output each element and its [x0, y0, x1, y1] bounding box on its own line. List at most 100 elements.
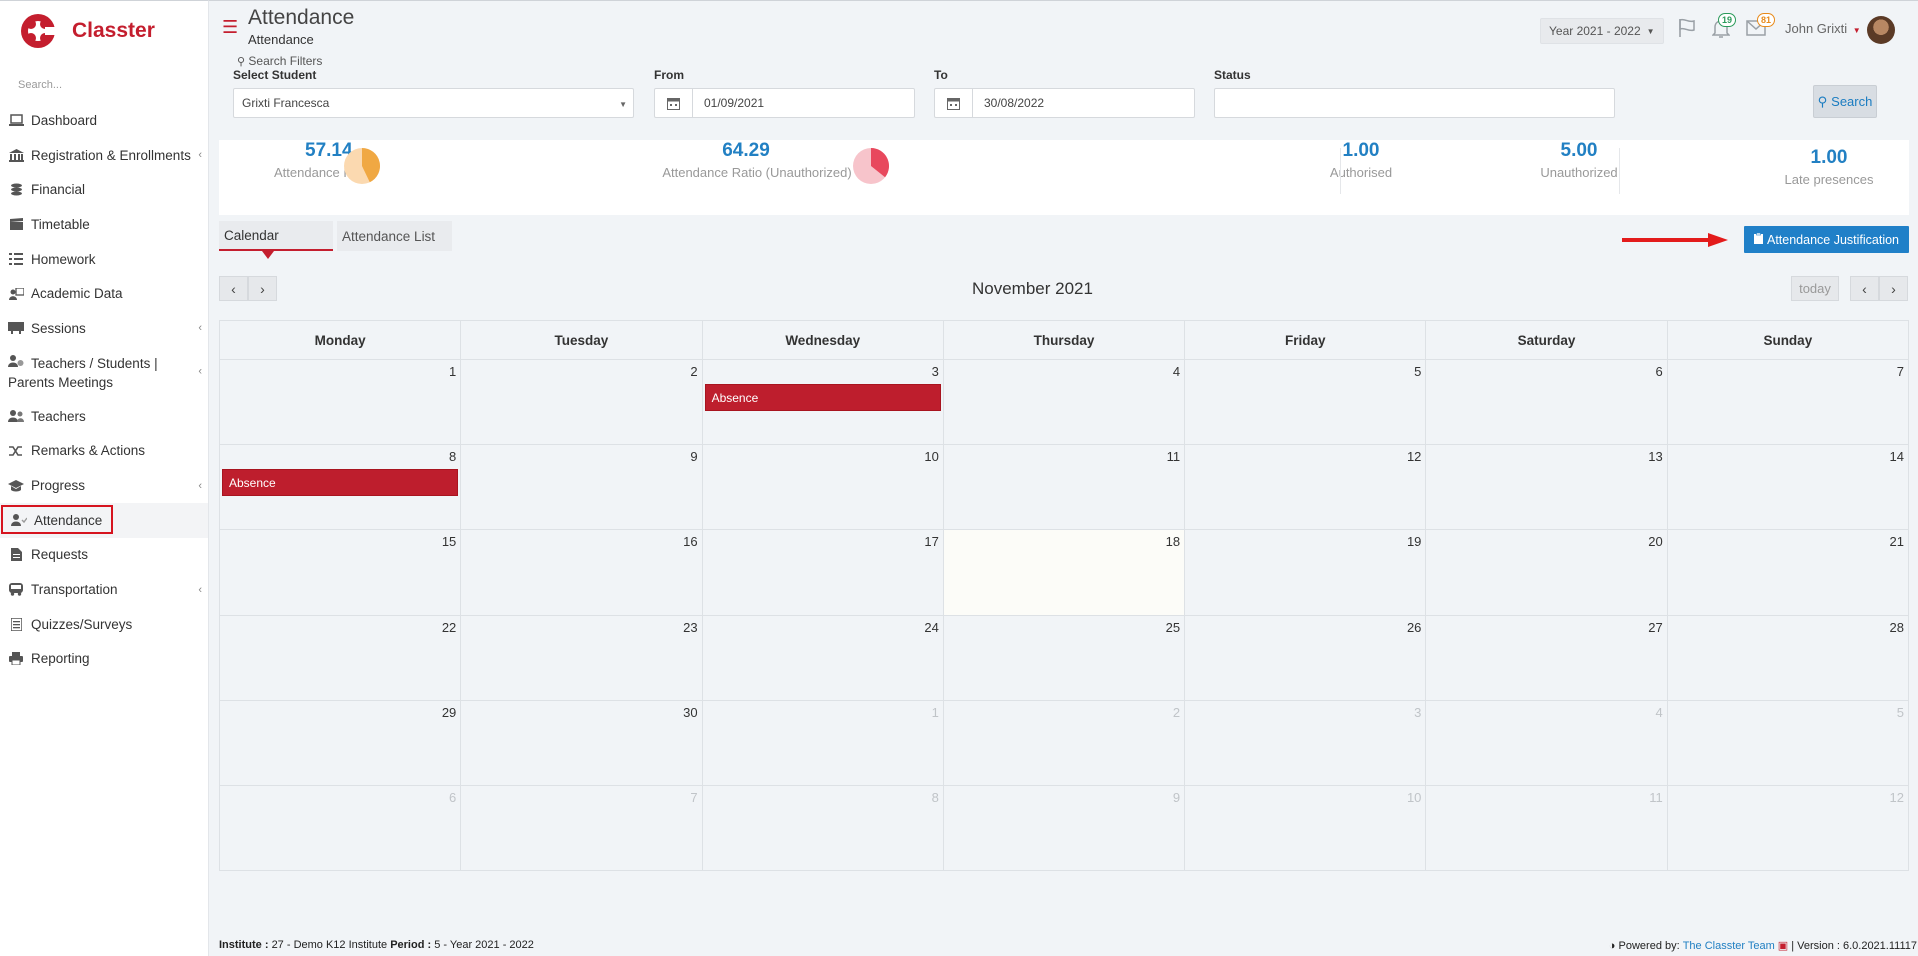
calendar-day-cell[interactable]: 23 [461, 615, 703, 701]
day-number[interactable]: 21 [1890, 534, 1904, 549]
status-select[interactable] [1214, 88, 1615, 118]
day-number[interactable]: 11 [1649, 790, 1663, 805]
calendar-day-cell[interactable]: 8 Absence [220, 445, 462, 531]
day-number[interactable]: 28 [1890, 620, 1904, 635]
day-number[interactable]: 11 [1167, 449, 1181, 464]
calendar-day-cell[interactable]: 1 [220, 360, 462, 446]
classter-team-link[interactable]: The Classter Team [1683, 940, 1775, 952]
day-number[interactable]: 14 [1890, 449, 1904, 464]
hamburger-menu-icon[interactable]: ☰ [222, 18, 238, 36]
day-number[interactable]: 1 [932, 705, 939, 720]
day-number[interactable]: 30 [683, 705, 697, 720]
day-number[interactable]: 17 [924, 534, 938, 549]
next-month-button[interactable]: › [248, 276, 277, 301]
sidebar-item-homework[interactable]: Homework [0, 242, 208, 277]
day-number[interactable]: 4 [1173, 364, 1180, 379]
day-number[interactable]: 18 [1166, 534, 1180, 549]
day-number[interactable]: 3 [1414, 705, 1421, 720]
day-number[interactable]: 6 [1655, 364, 1662, 379]
from-date-input[interactable]: 01/09/2021 [654, 88, 915, 118]
calendar-day-cell[interactable]: 1 [702, 700, 944, 786]
day-number[interactable]: 2 [1173, 705, 1180, 720]
calendar-day-cell[interactable]: 9 [461, 445, 703, 531]
day-number[interactable]: 5 [1414, 364, 1421, 379]
flag-icon[interactable] [1677, 18, 1697, 38]
day-number[interactable]: 8 [449, 449, 456, 464]
calendar-day-cell[interactable]: 16 [461, 530, 703, 616]
calendar-day-cell[interactable]: 4 [1426, 700, 1668, 786]
calendar-day-cell[interactable]: 17 [702, 530, 944, 616]
day-number[interactable]: 5 [1897, 705, 1904, 720]
prev-month-button[interactable]: ‹ [1850, 276, 1879, 301]
day-number[interactable]: 6 [449, 790, 456, 805]
day-number[interactable]: 12 [1407, 449, 1421, 464]
sidebar-item-dashboard[interactable]: Dashboard [0, 103, 208, 138]
tab-calendar[interactable]: Calendar [219, 221, 333, 259]
year-selector[interactable]: Year 2021 - 2022 ▼ [1540, 18, 1664, 44]
calendar-day-cell[interactable]: 30 [461, 700, 703, 786]
calendar-day-cell[interactable]: 27 [1426, 615, 1668, 701]
calendar-day-cell[interactable]: 11 [1426, 785, 1668, 872]
today-button[interactable]: today [1791, 276, 1839, 301]
calendar-day-cell[interactable]: 14 [1667, 445, 1909, 531]
sidebar-item-requests[interactable]: Requests [0, 538, 208, 573]
day-number[interactable]: 22 [442, 620, 456, 635]
sidebar-item-quizzes[interactable]: Quizzes/Surveys [0, 607, 208, 642]
calendar-day-cell[interactable]: 9 [943, 785, 1186, 872]
day-number[interactable]: 9 [690, 449, 697, 464]
sidebar-item-remarks[interactable]: Remarks & Actions [0, 434, 208, 469]
sidebar-item-parents-meetings[interactable]: Teachers / Students | Parents Meetings ‹ [0, 346, 208, 399]
user-menu[interactable]: John Grixti ▼ [1785, 21, 1861, 36]
calendar-day-cell[interactable]: 6 [1426, 360, 1668, 446]
to-date-input[interactable]: 30/08/2022 [934, 88, 1195, 118]
calendar-day-cell[interactable]: 6 [220, 785, 462, 872]
calendar-icon[interactable] [935, 89, 973, 117]
day-number[interactable]: 2 [690, 364, 697, 379]
search-button[interactable]: ⚲ Search [1813, 85, 1877, 118]
day-number[interactable]: 20 [1648, 534, 1662, 549]
student-select[interactable]: Grixti Francesca ▼ [233, 88, 634, 118]
day-number[interactable]: 10 [924, 449, 938, 464]
day-number[interactable]: 10 [1407, 790, 1421, 805]
calendar-day-cell[interactable]: 20 [1426, 530, 1668, 616]
calendar-day-cell[interactable]: 28 [1667, 615, 1909, 701]
calendar-day-cell[interactable]: 15 [220, 530, 462, 616]
sidebar-item-academic-data[interactable]: Academic Data [0, 276, 208, 311]
sidebar-item-financial[interactable]: Financial [0, 172, 208, 207]
calendar-day-cell[interactable]: 7 [461, 785, 703, 872]
next-month-button[interactable]: › [1879, 276, 1908, 301]
calendar-day-cell[interactable]: 10 [1185, 785, 1427, 872]
sidebar-item-attendance[interactable]: Attendance [0, 502, 208, 538]
sidebar-item-reporting[interactable]: Reporting [0, 642, 208, 677]
calendar-day-cell[interactable]: 4 [943, 360, 1186, 446]
calendar-day-cell[interactable]: 5 [1185, 360, 1427, 446]
calendar-day-cell[interactable]: 18 [943, 530, 1186, 616]
calendar-day-cell[interactable]: 11 [943, 445, 1186, 531]
sidebar-item-registration[interactable]: Registration & Enrollments ‹ [0, 138, 208, 173]
absence-event[interactable]: Absence [704, 384, 941, 411]
calendar-day-cell[interactable]: 13 [1426, 445, 1668, 531]
tab-attendance-list[interactable]: Attendance List [337, 221, 452, 251]
calendar-day-cell[interactable]: 7 [1667, 360, 1909, 446]
sidebar-item-teachers[interactable]: Teachers [0, 399, 208, 434]
sidebar-item-timetable[interactable]: Timetable [0, 207, 208, 242]
calendar-day-cell[interactable]: 26 [1185, 615, 1427, 701]
sidebar-item-progress[interactable]: Progress ‹ [0, 468, 208, 503]
absence-event[interactable]: Absence [222, 469, 459, 497]
day-number[interactable]: 3 [932, 364, 939, 379]
calendar-day-cell[interactable]: 3 Absence [702, 360, 944, 446]
prev-month-button[interactable]: ‹ [219, 276, 248, 301]
calendar-day-cell[interactable]: 3 [1185, 700, 1427, 786]
calendar-day-cell[interactable]: 12 [1185, 445, 1427, 531]
calendar-day-cell[interactable]: 19 [1185, 530, 1427, 616]
calendar-day-cell[interactable]: 2 [943, 700, 1186, 786]
attendance-justification-button[interactable]: Attendance Justification [1744, 226, 1909, 253]
calendar-day-cell[interactable]: 10 [702, 445, 944, 531]
avatar[interactable] [1867, 16, 1895, 44]
calendar-day-cell[interactable]: 8 [702, 785, 944, 872]
day-number[interactable]: 7 [1897, 364, 1904, 379]
day-number[interactable]: 27 [1648, 620, 1662, 635]
day-number[interactable]: 24 [924, 620, 938, 635]
search-filters-toggle[interactable]: ⚲ Search Filters [237, 54, 322, 68]
calendar-icon[interactable] [655, 89, 693, 117]
